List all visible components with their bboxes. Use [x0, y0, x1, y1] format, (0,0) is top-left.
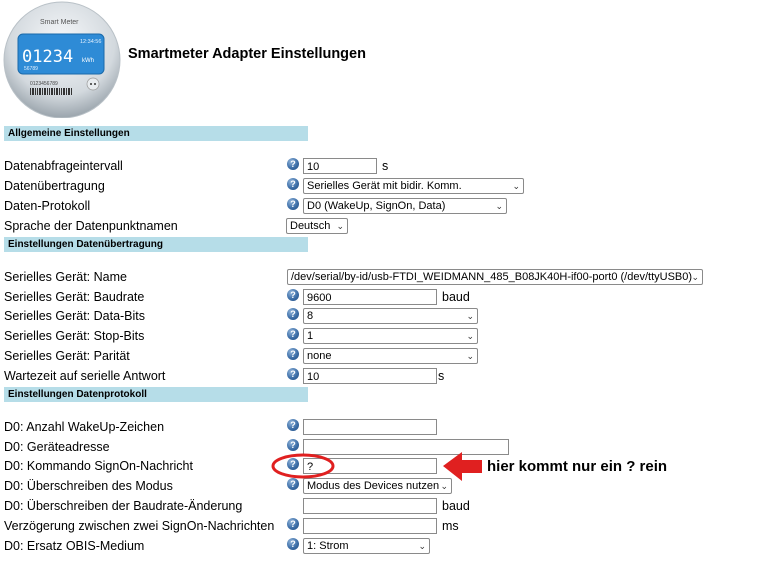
annotation-circle	[271, 453, 335, 479]
annotation-text: hier kommt nur ein ? rein	[487, 458, 668, 475]
annotation-overlay	[271, 452, 482, 481]
annotation-arrow-icon	[443, 452, 482, 481]
